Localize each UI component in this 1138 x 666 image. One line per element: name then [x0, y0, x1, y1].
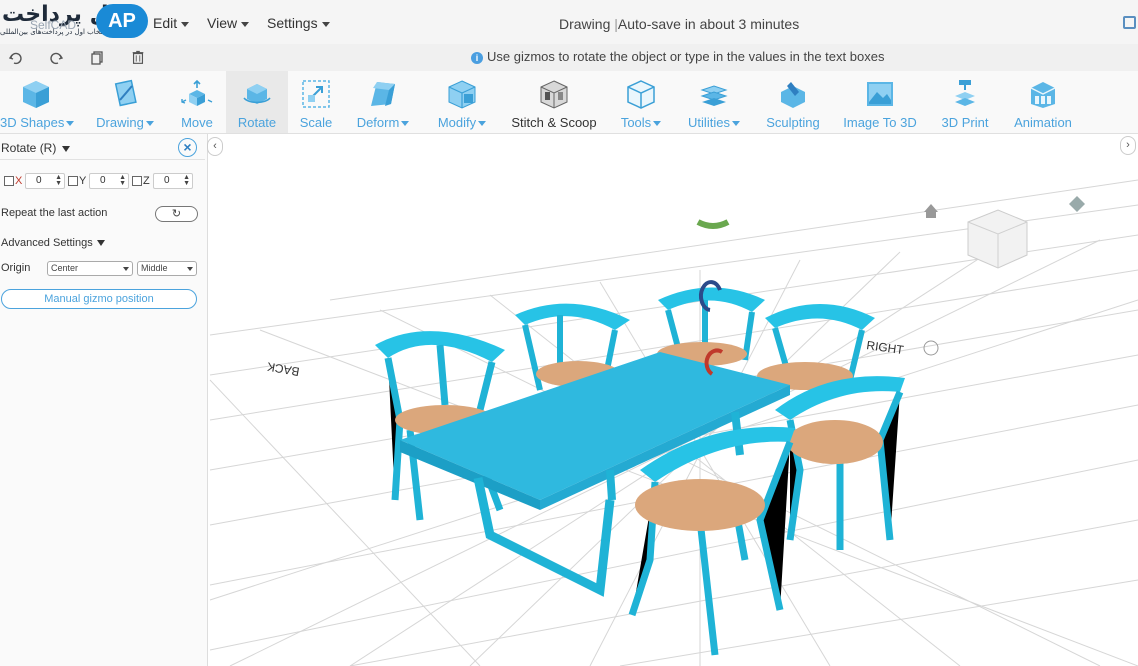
caret-down-icon [401, 121, 410, 127]
logo-tagline: انتخاب اول در پرداخت‌های بین‌المللی [0, 28, 107, 36]
animation-icon [1030, 82, 1056, 108]
tool-drawing[interactable]: Drawing [94, 71, 156, 133]
chair-back-right[interactable] [757, 304, 875, 390]
origin-select[interactable]: Center [47, 261, 133, 276]
x-axis-label: X [15, 175, 23, 187]
origin-label: Origin [1, 262, 31, 274]
menu-edit[interactable]: Edit [153, 15, 190, 31]
stitch-scoop-icon [540, 80, 568, 109]
info-icon: i [471, 52, 483, 64]
chevron-left-icon: ‹ [213, 140, 217, 152]
tool-stitch-scoop[interactable]: Stitch & Scoop [509, 71, 599, 133]
close-panel-button[interactable]: × [178, 138, 197, 157]
spinner-icon[interactable]: ▲ ▼ [183, 174, 190, 187]
y-rotation-input[interactable]: 0 ▲ ▼ [89, 173, 129, 189]
collapse-left-button[interactable]: ‹ [207, 137, 223, 156]
origin-position-select[interactable]: Middle [137, 261, 197, 276]
caret-down-icon [653, 121, 662, 127]
view-cube[interactable] [967, 209, 1028, 269]
chevron-right-icon: › [1126, 139, 1130, 151]
x-axis-checkbox[interactable] [4, 176, 14, 186]
chair-front[interactable] [628, 426, 795, 656]
menu-view[interactable]: View [207, 15, 250, 31]
spinner-icon[interactable]: ▲ ▼ [55, 174, 62, 187]
home-icon[interactable] [924, 204, 938, 218]
undo-icon[interactable] [8, 50, 24, 66]
repeat-button[interactable]: ↻ [155, 206, 198, 222]
chair-front-right[interactable] [775, 376, 905, 550]
repeat-label: Repeat the last action [1, 207, 108, 219]
tool-tools[interactable]: Tools [617, 71, 665, 133]
z-axis-label: Z [143, 175, 150, 187]
copy-icon[interactable] [89, 50, 105, 66]
cube-icon [23, 81, 49, 108]
tools-icon [627, 80, 655, 109]
tool-image-to-3d[interactable]: Image To 3D [842, 71, 918, 133]
triangle-down-icon [96, 240, 105, 247]
caret-down-icon [241, 21, 250, 27]
globe-icon[interactable] [923, 340, 939, 356]
tool-move[interactable]: Move [175, 71, 219, 133]
tool-3d-shapes[interactable]: 3D Shapes [0, 71, 75, 133]
tool-sculpting[interactable]: Sculpting [763, 71, 823, 133]
sculpting-icon [781, 82, 805, 108]
menu-settings[interactable]: Settings [267, 15, 330, 31]
z-axis-checkbox[interactable] [132, 176, 142, 186]
spinner-icon[interactable]: ▲ ▼ [119, 174, 126, 187]
z-rotation-input[interactable]: 0 ▲ ▼ [153, 173, 193, 189]
rotate-icon [243, 84, 271, 104]
caret-down-icon [321, 21, 330, 27]
orientation-icon[interactable] [1069, 196, 1085, 212]
tool-3d-print[interactable]: 3D Print [938, 71, 992, 133]
image-icon [867, 82, 893, 106]
x-rotation-input[interactable]: 0 ▲ ▼ [25, 173, 65, 189]
save-icon[interactable] [1123, 16, 1136, 29]
tool-scale[interactable]: Scale [293, 71, 339, 133]
redo-icon[interactable] [48, 50, 64, 66]
printer-icon [955, 80, 975, 106]
y-axis-checkbox[interactable] [68, 176, 78, 186]
tool-deform[interactable]: Deform [354, 71, 412, 133]
utilities-icon [700, 85, 728, 106]
caret-down-icon [478, 121, 487, 127]
drawing-icon [114, 79, 137, 107]
caret-down-icon [123, 267, 129, 271]
deform-icon [371, 82, 395, 106]
caret-down-icon [731, 121, 740, 127]
document-title: Drawing |Auto-save in about 3 minutes [559, 16, 800, 32]
y-axis-label: Y [79, 175, 87, 187]
right-label: RIGHT [866, 338, 906, 357]
triangle-down-icon [62, 145, 71, 152]
tool-modify[interactable]: Modify [434, 71, 490, 133]
caret-down-icon [66, 121, 75, 127]
scene-canvas[interactable]: BACK RIGHT [208, 134, 1138, 666]
manual-gizmo-button[interactable]: Manual gizmo position [1, 289, 197, 309]
close-icon: × [183, 139, 192, 155]
caret-down-icon [187, 267, 193, 271]
rotate-gizmo-ring[interactable] [696, 219, 730, 229]
hint-text: i Use gizmos to rotate the object or type… [471, 49, 884, 64]
refresh-icon: ↻ [171, 208, 182, 220]
autosave-status: Auto-save in about 3 minutes [617, 16, 800, 32]
caret-down-icon [145, 121, 154, 127]
modify-icon [448, 80, 476, 109]
move-icon [181, 79, 213, 106]
caret-down-icon [181, 21, 190, 27]
logo-mark: AP [96, 4, 148, 38]
advanced-settings-toggle[interactable]: Advanced Settings [1, 237, 105, 249]
tool-utilities[interactable]: Utilities [684, 71, 744, 133]
trash-icon[interactable] [130, 50, 146, 66]
3d-viewport[interactable]: BACK RIGHT [208, 134, 1138, 666]
tool-animation[interactable]: Animation [1011, 71, 1075, 133]
tool-rotate[interactable]: Rotate [226, 71, 288, 133]
scale-icon [302, 80, 330, 108]
panel-title[interactable]: Rotate (R) [1, 141, 71, 155]
collapse-right-button[interactable]: › [1120, 136, 1136, 155]
logo: اول پرداخت SelfCAD انتخاب اول در پرداخت‌… [0, 2, 150, 40]
